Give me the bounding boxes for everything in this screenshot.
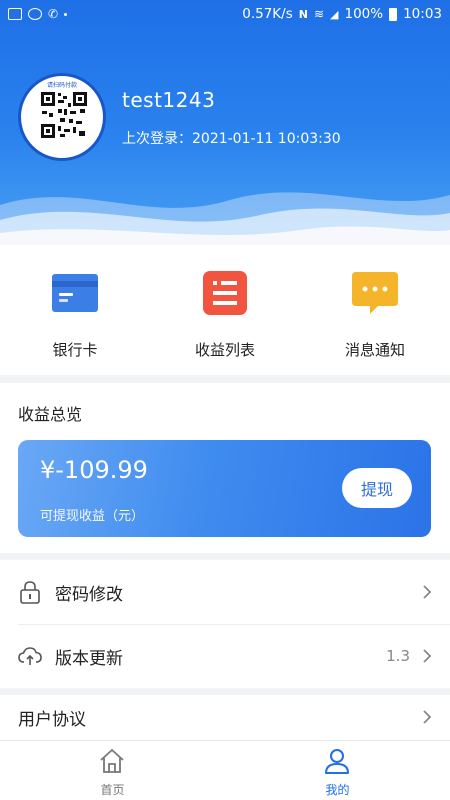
wifi-icon: ≋: [313, 7, 325, 21]
quick-actions: 银行卡 收益列表 消息通知: [0, 245, 450, 375]
bank-card-button[interactable]: 银行卡: [0, 245, 150, 375]
nfc-icon: N: [298, 7, 308, 21]
earnings-overview: 收益总览 ¥-109.99 可提现收益（元） 提现: [0, 383, 450, 553]
qr-code-icon: [40, 91, 88, 139]
user-icon: [325, 749, 349, 774]
version-update-row[interactable]: 版本更新 1.3: [0, 624, 450, 688]
last-login: 上次登录：2021-01-11 10:03:30: [122, 131, 341, 147]
tab-home[interactable]: 首页: [0, 741, 225, 800]
earnings-list-icon: [203, 271, 247, 315]
earnings-title: 收益总览: [18, 405, 83, 424]
bank-card-icon: [52, 274, 98, 312]
bottom-tab-bar: 首页 我的: [0, 740, 450, 800]
version-update-label: 版本更新: [55, 649, 123, 669]
earnings-list-label: 收益列表: [194, 341, 255, 359]
chevron-right-icon: [423, 649, 432, 663]
phone-icon: ✆: [48, 7, 59, 21]
header-wave: [0, 192, 450, 245]
user-agreement-label: 用户协议: [18, 710, 86, 730]
change-password-label: 密码修改: [55, 585, 123, 605]
settings-list-2: 用户协议: [0, 695, 450, 745]
username: test1243: [122, 88, 216, 112]
avatar-qr-code[interactable]: 请扫码付款: [18, 73, 106, 161]
message-notification-button[interactable]: 消息通知: [300, 245, 450, 375]
profile-header: ✆ 0.57K/s N ≋ ◢ 100% 10:03 请扫码付款 test124…: [0, 0, 450, 245]
message-notification-label: 消息通知: [344, 341, 405, 359]
settings-list: 密码修改 版本更新 1.3: [0, 560, 450, 688]
home-icon: [100, 749, 124, 773]
battery-icon: [389, 7, 398, 21]
earnings-card: ¥-109.99 可提现收益（元） 提现: [18, 440, 431, 537]
earnings-amount: ¥-109.99: [40, 456, 148, 484]
qr-caption: 请扫码付款: [46, 82, 77, 89]
dot-icon: [64, 12, 68, 16]
bank-card-label: 银行卡: [52, 341, 98, 359]
earnings-list-button[interactable]: 收益列表: [150, 245, 300, 375]
user-agreement-row[interactable]: 用户协议: [0, 685, 450, 745]
signal-icon: ◢: [330, 7, 339, 21]
battery-level: 100%: [344, 6, 384, 22]
tab-home-label: 首页: [100, 783, 125, 797]
chevron-right-icon: [423, 710, 432, 724]
cloud-upload-icon: [18, 647, 42, 665]
message-notification-icon: [352, 272, 398, 314]
status-bar: ✆ 0.57K/s N ≋ ◢ 100% 10:03: [0, 0, 450, 30]
chevron-right-icon: [423, 585, 432, 599]
version-number: 1.3: [386, 647, 410, 665]
messenger-icon: [28, 8, 42, 20]
clock: 10:03: [403, 6, 442, 22]
lock-icon: [20, 581, 40, 604]
earnings-subtitle: 可提现收益（元）: [40, 509, 145, 524]
tab-mine[interactable]: 我的: [225, 741, 450, 800]
tab-mine-label: 我的: [325, 783, 350, 797]
image-icon: [8, 8, 22, 20]
change-password-row[interactable]: 密码修改: [0, 560, 450, 625]
withdraw-button[interactable]: 提现: [342, 468, 412, 508]
network-speed: 0.57K/s: [242, 6, 293, 22]
